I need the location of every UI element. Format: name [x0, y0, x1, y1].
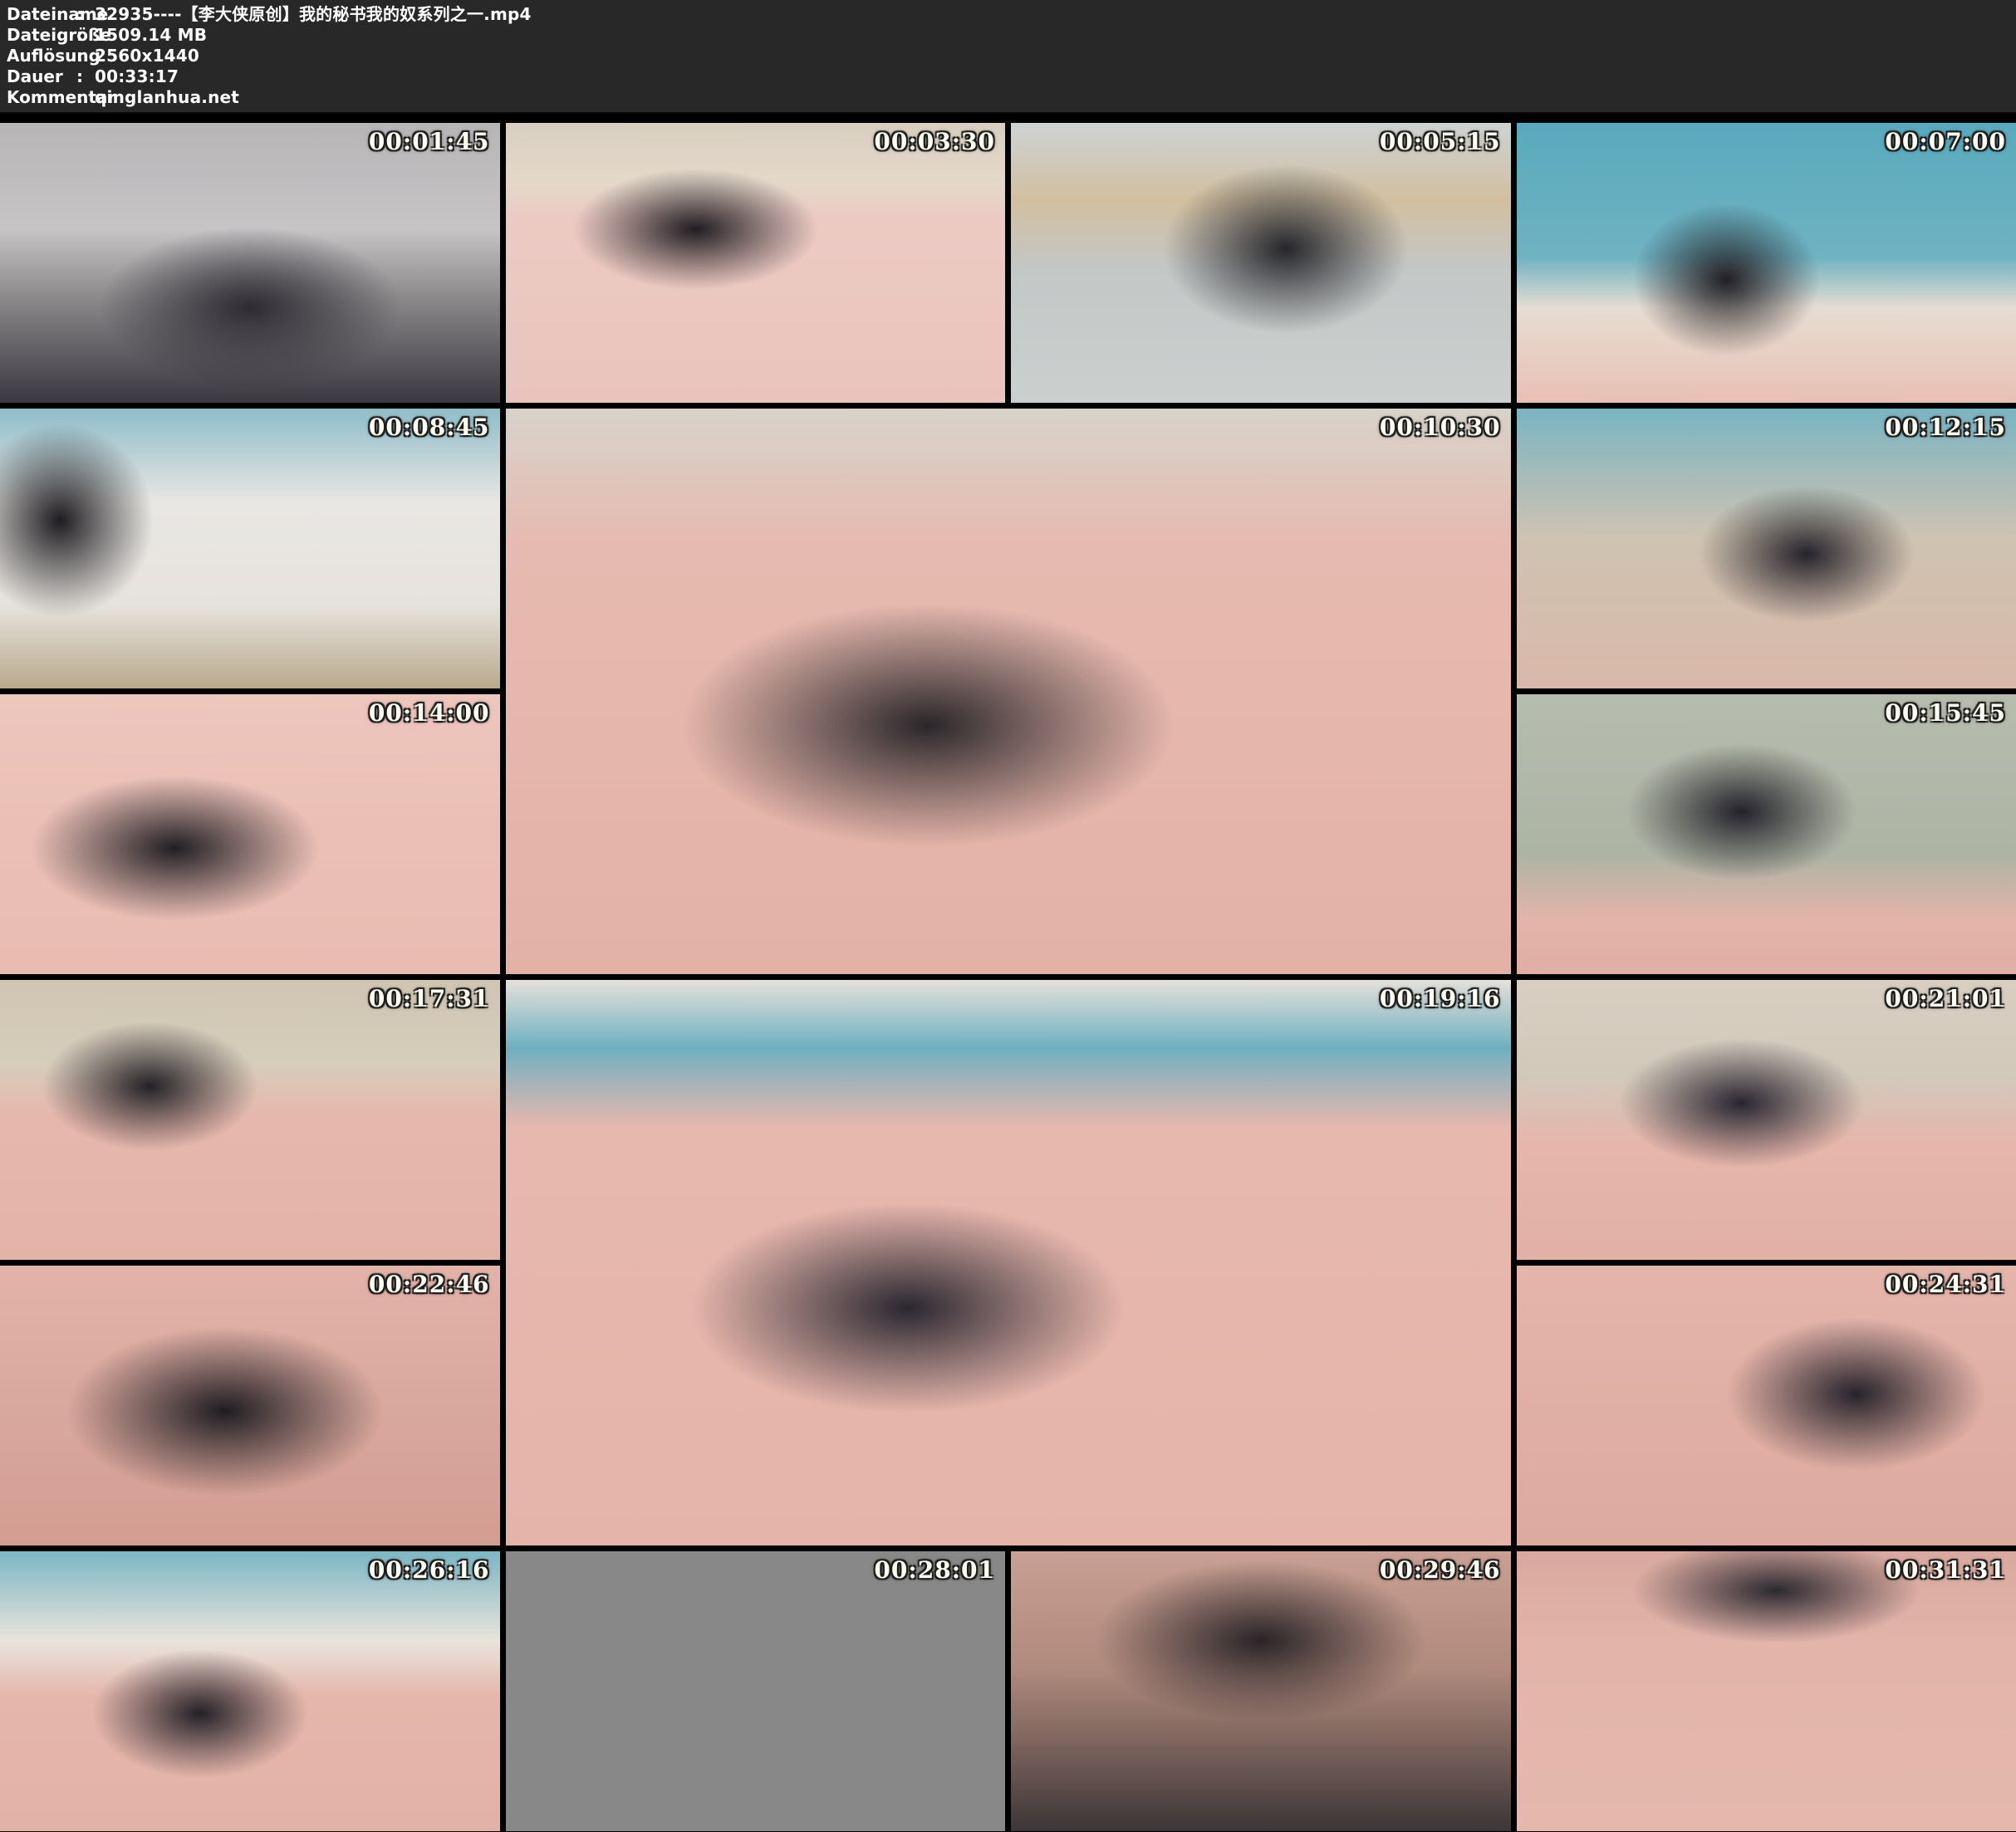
meta-row-filename: Dateiname : 32935----【李大侠原创】我的秘书我的奴系列之一.… — [7, 4, 2016, 25]
separator: : — [76, 66, 95, 87]
video-thumbnail[interactable]: 00:28:01 — [506, 1551, 1006, 1831]
timestamp-overlay: 00:03:30 — [874, 128, 995, 155]
separator: : — [76, 25, 95, 46]
resolution-label: Auflösung — [7, 46, 76, 66]
video-thumbnail[interactable]: 00:17:31 — [0, 980, 500, 1260]
timestamp-overlay: 00:15:45 — [1885, 699, 2006, 727]
timestamp-overlay: 00:08:45 — [369, 414, 490, 441]
video-thumbnail[interactable]: 00:26:16 — [0, 1551, 500, 1831]
video-thumbnail[interactable]: 00:31:31 — [1517, 1551, 2016, 1831]
timestamp-overlay: 00:01:45 — [369, 128, 490, 155]
resolution-value: 2560x1440 — [95, 46, 199, 66]
video-thumbnail[interactable]: 00:15:45 — [1517, 694, 2016, 974]
timestamp-overlay: 00:31:31 — [1885, 1556, 2006, 1584]
timestamp-overlay: 00:24:31 — [1885, 1271, 2006, 1298]
timestamp-overlay: 00:22:46 — [369, 1271, 490, 1298]
timestamp-overlay: 00:12:15 — [1885, 414, 2006, 441]
timestamp-overlay: 00:05:15 — [1380, 128, 1501, 155]
video-thumbnail[interactable]: 00:03:30 — [506, 123, 1006, 403]
filesize-value: 1509.14 MB — [95, 25, 207, 46]
meta-row-resolution: Auflösung : 2560x1440 — [7, 46, 2016, 66]
video-thumbnail[interactable]: 00:19:16 — [506, 980, 1511, 1545]
timestamp-overlay: 00:17:31 — [369, 985, 490, 1012]
video-thumbnail[interactable]: 00:05:15 — [1011, 123, 1511, 403]
video-thumbnail[interactable]: 00:21:01 — [1517, 980, 2016, 1260]
thumbnail-grid: 00:01:45 00:03:30 00:05:15 00:07:00 00:08:45… — [0, 123, 2016, 1831]
video-thumbnail[interactable]: 00:01:45 — [0, 123, 500, 403]
contact-sheet: Dateiname : 32935----【李大侠原创】我的秘书我的奴系列之一.… — [0, 0, 2016, 1832]
timestamp-overlay: 00:14:00 — [369, 699, 490, 727]
filename-label: Dateiname — [7, 4, 76, 25]
video-thumbnail[interactable]: 00:08:45 — [0, 409, 500, 688]
meta-row-filesize: Dateigröße : 1509.14 MB — [7, 25, 2016, 46]
timestamp-overlay: 00:28:01 — [874, 1556, 995, 1584]
video-thumbnail[interactable]: 00:12:15 — [1517, 409, 2016, 688]
video-thumbnail[interactable]: 00:24:31 — [1517, 1266, 2016, 1545]
timestamp-overlay: 00:21:01 — [1885, 985, 2006, 1012]
filename-value: 32935----【李大侠原创】我的秘书我的奴系列之一.mp4 — [95, 4, 532, 25]
separator: : — [76, 4, 95, 25]
video-thumbnail[interactable]: 00:22:46 — [0, 1266, 500, 1545]
meta-row-comment: Kommentar : qinglanhua.net — [7, 87, 2016, 108]
comment-value: qinglanhua.net — [95, 87, 239, 108]
meta-row-duration: Dauer : 00:33:17 — [7, 66, 2016, 87]
filesize-label: Dateigröße — [7, 25, 76, 46]
video-thumbnail[interactable]: 00:07:00 — [1517, 123, 2016, 403]
timestamp-overlay: 00:10:30 — [1380, 414, 1501, 441]
timestamp-overlay: 00:29:46 — [1380, 1556, 1501, 1584]
timestamp-overlay: 00:07:00 — [1885, 128, 2006, 155]
duration-label: Dauer — [7, 66, 76, 87]
video-thumbnail[interactable]: 00:14:00 — [0, 694, 500, 974]
separator: : — [76, 87, 95, 108]
video-thumbnail[interactable]: 00:29:46 — [1011, 1551, 1511, 1831]
timestamp-overlay: 00:26:16 — [369, 1556, 490, 1584]
timestamp-overlay: 00:19:16 — [1380, 985, 1501, 1012]
metadata-header: Dateiname : 32935----【李大侠原创】我的秘书我的奴系列之一.… — [0, 0, 2016, 114]
duration-value: 00:33:17 — [95, 66, 179, 87]
video-thumbnail[interactable]: 00:10:30 — [506, 409, 1511, 974]
separator: : — [76, 46, 95, 66]
comment-label: Kommentar — [7, 87, 76, 108]
